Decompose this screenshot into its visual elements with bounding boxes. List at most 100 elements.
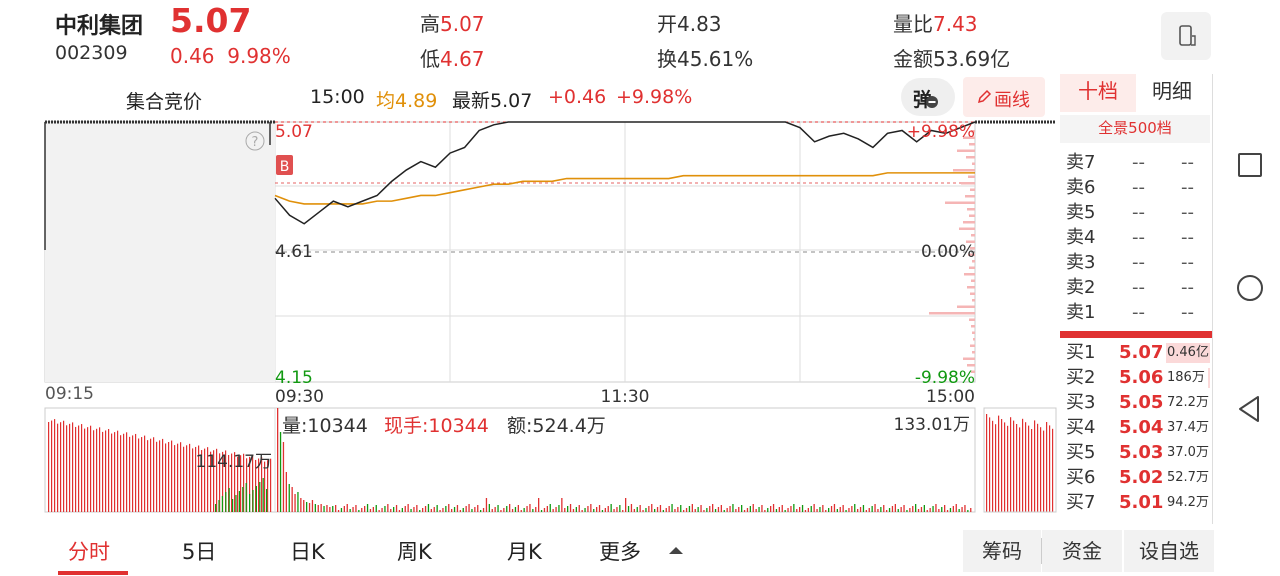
orderflow-bar — [953, 169, 975, 172]
auction-volume-bar — [242, 487, 244, 512]
add-watchlist-button[interactable]: 设自选 — [1124, 530, 1214, 572]
buy-level-2[interactable]: 买2 5.06 186万 — [1066, 365, 1210, 390]
tab-5-day[interactable]: 5日 — [182, 536, 216, 566]
volume-bar — [364, 506, 366, 512]
tab-more[interactable]: 更多 — [599, 536, 641, 566]
level-price: 5.04 — [1119, 417, 1164, 438]
landscape-toggle-button[interactable] — [1161, 12, 1211, 60]
level-label: 买4 — [1066, 417, 1096, 438]
sell-level-1[interactable]: 卖1 -- -- — [1066, 300, 1210, 325]
volume-bar — [616, 507, 618, 512]
recent-apps-icon[interactable] — [1237, 152, 1263, 178]
orderflow-bar — [959, 227, 975, 230]
volume-bar — [366, 504, 369, 512]
level-price: 5.06 — [1119, 367, 1164, 388]
orderflow-bar — [971, 325, 975, 328]
sell-level-7[interactable]: 卖7 -- -- — [1066, 150, 1210, 175]
volume-bar — [749, 506, 751, 512]
buy-level-4[interactable]: 买4 5.04 37.4万 — [1066, 415, 1210, 440]
auction-volume-bar — [266, 489, 268, 512]
level-price: -- — [1132, 202, 1145, 223]
volume-bar — [958, 509, 960, 512]
tab-day-k[interactable]: 日K — [290, 536, 325, 566]
afterhours-volume-bar — [1049, 425, 1051, 512]
buy-level-1[interactable]: 买1 5.07 0.46亿 — [1066, 340, 1210, 365]
active-tab-indicator — [58, 571, 128, 575]
volume-bar — [723, 510, 725, 512]
auction-volume-bar — [168, 442, 170, 512]
funds-button[interactable]: 资金 — [1042, 530, 1122, 572]
volume-bar — [584, 508, 586, 512]
auction-volume-bar — [144, 435, 146, 512]
intraday-chart[interactable]: B? 5.07 4.61 4.15 +9.98% 0.00% -9.98% 09:15 09:3… — [0, 0, 1058, 526]
volume-bar — [700, 505, 702, 512]
volume-bar — [685, 508, 688, 512]
caret-up-icon[interactable] — [668, 545, 684, 555]
volume-bar — [619, 505, 621, 512]
volume-bar — [523, 508, 525, 512]
volume-bar — [874, 504, 876, 512]
volume-bar — [703, 510, 705, 512]
volume-bar — [871, 506, 873, 512]
buy-level-5[interactable]: 买5 5.03 37.0万 — [1066, 440, 1210, 465]
auction-volume-bar — [238, 491, 240, 512]
tab-week-k[interactable]: 周K — [397, 536, 432, 566]
volume-bar — [938, 509, 940, 512]
level-label: 买2 — [1066, 367, 1096, 388]
volume-bar — [636, 507, 638, 512]
afterhours-volume-bar — [992, 420, 994, 512]
auction-volume-bar — [99, 427, 101, 512]
auction-volume-bar — [186, 445, 188, 512]
afterhours-volume-bar — [986, 414, 988, 512]
volume-bar — [335, 505, 337, 512]
back-icon[interactable] — [1237, 395, 1261, 423]
volume-bar — [674, 509, 676, 512]
volume-bar — [854, 504, 856, 512]
sell-level-2[interactable]: 卖2 -- -- — [1066, 275, 1210, 300]
auction-volume-bar — [232, 499, 234, 512]
sell-level-5[interactable]: 卖5 -- -- — [1066, 200, 1210, 225]
orderflow-bar — [971, 234, 975, 237]
buy-level-7[interactable]: 买7 5.01 94.2万 — [1066, 490, 1210, 515]
volume-bar — [752, 504, 754, 512]
volume-bar — [906, 510, 908, 512]
orderflow-bar — [972, 351, 975, 354]
volume-bar — [688, 506, 691, 512]
afterhours-volume-bar — [998, 415, 1000, 512]
auction-volume-bar — [177, 443, 179, 512]
volume-bar — [433, 507, 435, 512]
home-icon[interactable] — [1236, 274, 1264, 302]
pct-label-high: +9.98% — [907, 122, 975, 142]
volume-bar — [944, 505, 946, 512]
buy-level-3[interactable]: 买3 5.05 72.2万 — [1066, 390, 1210, 415]
level-label: 卖3 — [1066, 252, 1096, 273]
volume-bar — [790, 506, 792, 512]
volume-bar — [558, 505, 560, 512]
volume-bar — [741, 505, 743, 512]
full-500-button[interactable]: 全景500档 — [1060, 115, 1210, 143]
level-label: 卖2 — [1066, 277, 1096, 298]
tab-intraday[interactable]: 分时 — [68, 536, 110, 566]
volume-bar — [880, 507, 882, 512]
volume-bar — [955, 504, 957, 512]
chips-button[interactable]: 筹码 — [963, 530, 1041, 572]
auction-volume-bar — [228, 488, 230, 512]
volume-bar — [694, 509, 696, 512]
volume-bar — [320, 504, 322, 512]
sell-level-6[interactable]: 卖6 -- -- — [1066, 175, 1210, 200]
tab-detail[interactable]: 明细 — [1136, 74, 1208, 112]
sell-level-3[interactable]: 卖3 -- -- — [1066, 250, 1210, 275]
buy-level-6[interactable]: 买6 5.02 52.7万 — [1066, 465, 1210, 490]
level-label: 买7 — [1066, 492, 1096, 513]
volume-bar — [546, 506, 548, 512]
volume-bar — [842, 505, 844, 512]
level-price: 5.03 — [1119, 442, 1164, 463]
tab-ten-level[interactable]: 十档 — [1060, 74, 1136, 112]
orderflow-bar — [970, 188, 975, 191]
afterhours-volume-bar — [1010, 417, 1012, 512]
auction-volume-bar — [138, 438, 140, 512]
sell-level-4[interactable]: 卖4 -- -- — [1066, 225, 1210, 250]
volume-bar — [630, 504, 633, 512]
volume-bar — [514, 507, 517, 512]
tab-month-k[interactable]: 月K — [507, 536, 542, 566]
